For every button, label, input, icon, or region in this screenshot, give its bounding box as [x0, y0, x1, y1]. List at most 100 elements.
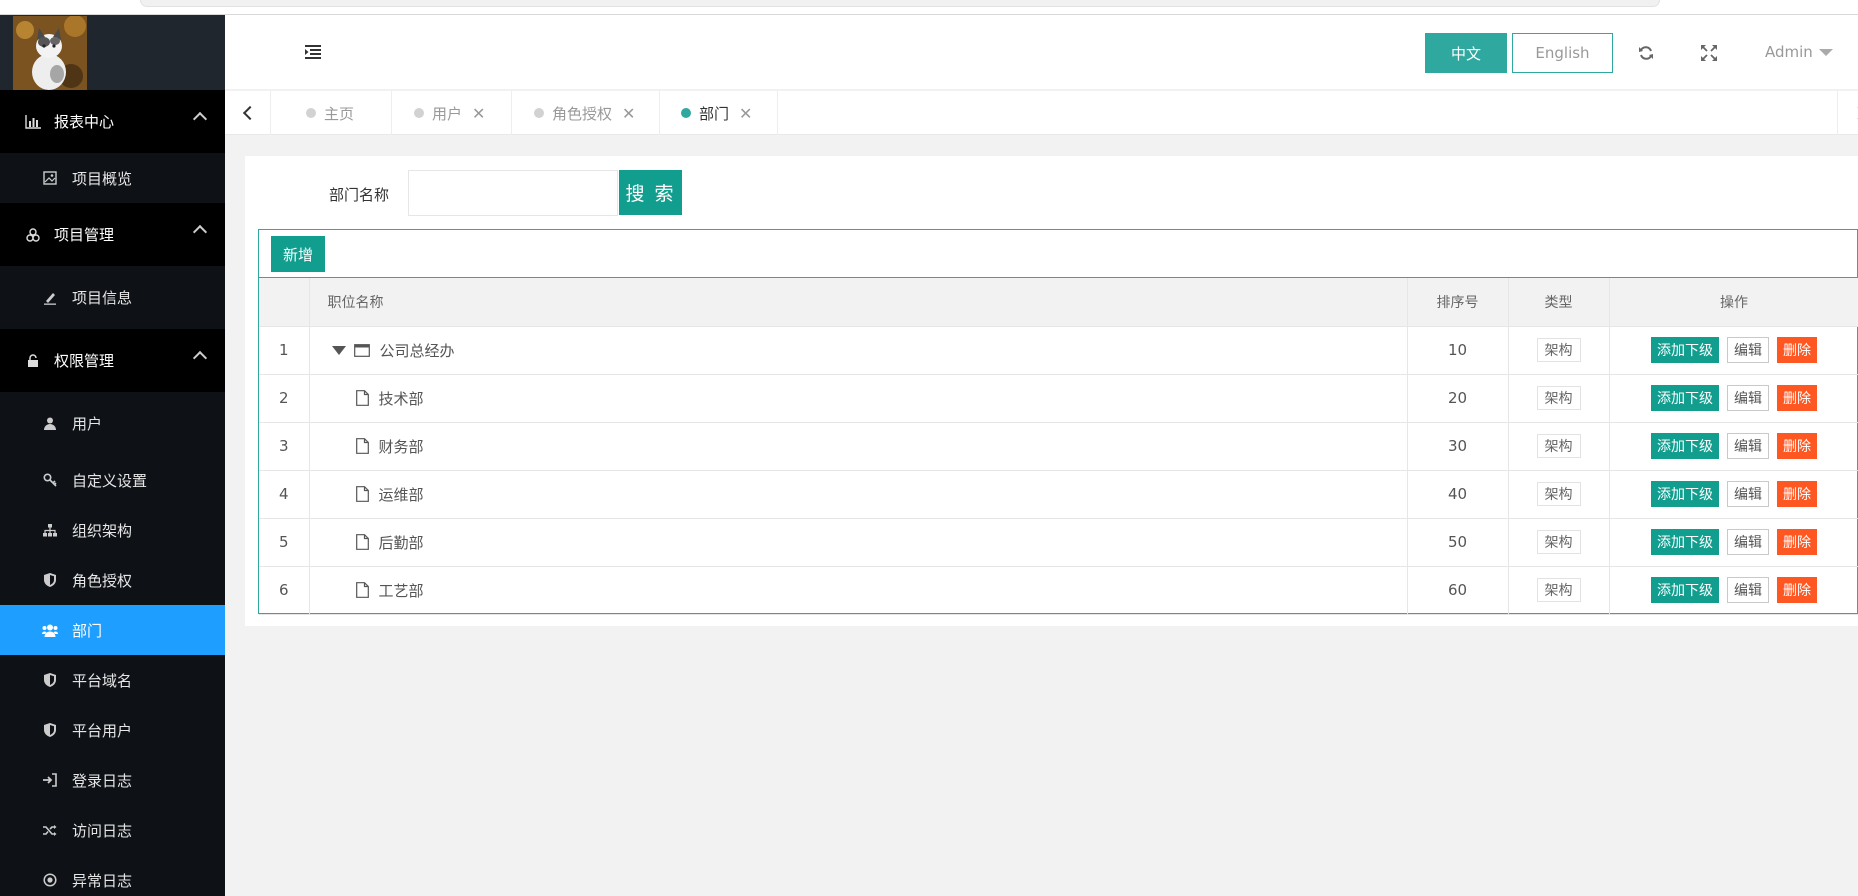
chevron-up-icon — [192, 111, 208, 127]
menu-item-label: 平台用户 — [72, 721, 133, 740]
delete-button[interactable]: 删除 — [1777, 385, 1817, 411]
chevron-up-icon — [192, 350, 208, 366]
menu-item-label: 部门 — [72, 621, 103, 640]
tab-users[interactable]: 用户 ✕ — [392, 91, 512, 135]
menu-item-login-log[interactable]: 登录日志 — [0, 755, 225, 805]
sidebar-toggle-icon[interactable] — [305, 45, 321, 59]
tab-scroll-left-button[interactable] — [225, 91, 271, 135]
lang-chinese-button[interactable]: 中文 — [1425, 33, 1507, 73]
department-name-input[interactable] — [408, 170, 618, 216]
random-icon — [42, 824, 58, 837]
menu-item-label: 平台域名 — [72, 671, 133, 690]
edit-button[interactable]: 编辑 — [1727, 481, 1769, 507]
shield-icon — [42, 573, 58, 587]
table-header-row: 职位名称 排序号 类型 操作 — [259, 278, 1858, 327]
menu-item-platform-users[interactable]: 平台用户 — [0, 705, 225, 755]
row-type-cell: 架构 — [1508, 422, 1610, 471]
lang-english-button[interactable]: English — [1512, 33, 1613, 73]
edit-button[interactable]: 编辑 — [1727, 577, 1769, 603]
delete-button[interactable]: 删除 — [1777, 481, 1817, 507]
delete-button[interactable]: 删除 — [1777, 529, 1817, 555]
department-table: 职位名称 排序号 类型 操作 1 公司总经办 10 架构 添加下级 编辑 删除 … — [259, 278, 1858, 615]
search-label: 部门名称 — [329, 186, 390, 204]
search-button[interactable]: 搜 索 — [619, 170, 682, 215]
menu-item-custom-settings[interactable]: 自定义设置 — [0, 455, 225, 505]
add-child-button[interactable]: 添加下级 — [1651, 577, 1719, 603]
expand-toggle-icon[interactable] — [331, 345, 346, 355]
menu-item-label: 项目概览 — [72, 169, 133, 188]
browser-address-bar[interactable] — [140, 0, 1660, 7]
index-column-header — [259, 278, 310, 327]
tab-label: 主页 — [324, 104, 355, 123]
menu-group-permission-management[interactable]: 权限管理 — [0, 329, 225, 392]
browser-chrome-bar — [0, 0, 1858, 15]
menu-item-project-info[interactable]: 项目信息 — [0, 266, 225, 329]
menu-item-users[interactable]: 用户 — [0, 392, 225, 455]
add-child-button[interactable]: 添加下级 — [1651, 337, 1719, 363]
row-index: 4 — [259, 470, 310, 519]
fullscreen-icon[interactable] — [1701, 45, 1717, 61]
close-icon[interactable]: ✕ — [622, 104, 635, 123]
row-sort: 60 — [1407, 566, 1509, 615]
close-icon[interactable]: ✕ — [739, 104, 752, 123]
edit-button[interactable]: 编辑 — [1727, 385, 1769, 411]
tab-status-dot — [414, 108, 424, 118]
add-child-button[interactable]: 添加下级 — [1651, 385, 1719, 411]
user-menu[interactable]: Admin — [1765, 43, 1833, 61]
edit-button[interactable]: 编辑 — [1727, 337, 1769, 363]
delete-button[interactable]: 删除 — [1777, 577, 1817, 603]
row-type-cell: 架构 — [1508, 374, 1610, 423]
row-name: 财务部 — [378, 437, 424, 456]
image-icon — [42, 171, 58, 185]
menu-item-project-overview[interactable]: 项目概览 — [0, 153, 225, 203]
menu-item-role-auth[interactable]: 角色授权 — [0, 555, 225, 605]
menu-item-access-log[interactable]: 访问日志 — [0, 805, 225, 855]
table-row: 2 技术部 20 架构 添加下级 编辑 删除 — [259, 374, 1858, 423]
row-ops-cell: 添加下级 编辑 删除 — [1609, 374, 1858, 423]
menu-group-label: 权限管理 — [54, 352, 115, 370]
menu-group-project-management[interactable]: 项目管理 — [0, 203, 225, 266]
menu-item-department[interactable]: 部门 — [0, 605, 225, 655]
menu-item-label: 角色授权 — [72, 571, 133, 590]
sidebar: 报表中心 项目概览 项目管理 项目信息 权限管理 用户 自定义设置 组织架构 角… — [0, 15, 225, 896]
delete-button[interactable]: 删除 — [1777, 337, 1817, 363]
row-name: 运维部 — [378, 485, 424, 504]
cube-icon — [24, 227, 42, 242]
row-ops-cell: 添加下级 编辑 删除 — [1609, 518, 1858, 567]
row-index: 5 — [259, 518, 310, 567]
edit-button[interactable]: 编辑 — [1727, 433, 1769, 459]
row-type-cell: 架构 — [1508, 566, 1610, 615]
menu-group-report-center[interactable]: 报表中心 — [0, 90, 225, 153]
edit-button[interactable]: 编辑 — [1727, 529, 1769, 555]
tab-home[interactable]: 主页 — [272, 91, 392, 135]
row-sort: 20 — [1407, 374, 1509, 423]
add-child-button[interactable]: 添加下级 — [1651, 433, 1719, 459]
row-index: 1 — [259, 326, 310, 375]
menu-item-platform-domain[interactable]: 平台域名 — [0, 655, 225, 705]
tab-department[interactable]: 部门 ✕ — [660, 91, 778, 135]
type-badge: 架构 — [1536, 434, 1581, 458]
menu-item-label: 自定义设置 — [72, 471, 148, 490]
add-child-button[interactable]: 添加下级 — [1651, 481, 1719, 507]
logo-avatar — [13, 16, 87, 90]
table-toolbar: 新增 — [259, 230, 1857, 278]
tab-status-dot — [681, 108, 691, 118]
add-button[interactable]: 新增 — [271, 236, 325, 272]
type-badge: 架构 — [1536, 530, 1581, 554]
sort-column-header: 排序号 — [1407, 278, 1509, 327]
tab-scroll-right-button[interactable] — [1837, 91, 1858, 135]
row-index: 2 — [259, 374, 310, 423]
add-child-button[interactable]: 添加下级 — [1651, 529, 1719, 555]
ops-column-header: 操作 — [1609, 278, 1858, 327]
close-icon[interactable]: ✕ — [472, 104, 485, 123]
type-column-header: 类型 — [1508, 278, 1610, 327]
name-column-header: 职位名称 — [309, 278, 1408, 327]
delete-button[interactable]: 删除 — [1777, 433, 1817, 459]
menu-item-org-structure[interactable]: 组织架构 — [0, 505, 225, 555]
refresh-icon[interactable] — [1638, 45, 1654, 61]
chevron-right-icon — [1851, 105, 1858, 121]
tab-role-auth[interactable]: 角色授权 ✕ — [512, 91, 660, 135]
sitemap-icon — [42, 523, 58, 537]
table-row: 1 公司总经办 10 架构 添加下级 编辑 删除 — [259, 326, 1858, 375]
menu-item-error-log[interactable]: 异常日志 — [0, 855, 225, 896]
